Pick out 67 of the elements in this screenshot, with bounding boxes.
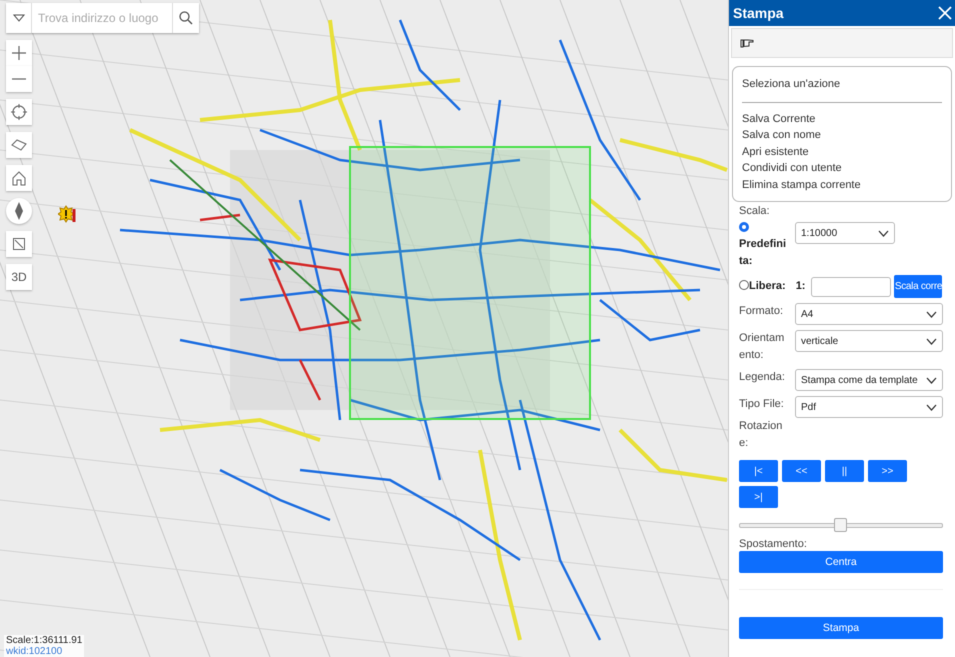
expand-icon [13,238,25,250]
rotation-slider[interactable] [739,518,943,532]
center-button[interactable]: Centra [739,551,943,573]
menu-item[interactable]: Apri esistente [742,144,942,160]
dropdown[interactable]: Pdf [795,396,943,418]
dropdown[interactable]: A4 [795,303,943,325]
scale-prefix: 1: [796,279,806,294]
minus-icon [12,78,26,80]
menu-item[interactable]: Salva con nome [742,127,942,144]
rotation-button[interactable]: >> [868,460,907,482]
panel-title: Stampa [733,5,784,21]
slider-thumb[interactable] [834,518,847,532]
chevron-icon [926,310,937,318]
map-view[interactable]: Trova indirizzo o luogo 3D Scale:1:36111.91 wkid:102100 [0,0,728,657]
chevron-icon [926,404,937,410]
crosshair-icon [11,104,27,120]
field-label: Formato: [739,304,784,319]
home-icon [12,170,26,186]
scale-input[interactable] [811,276,892,296]
rotation-label: Rotazione: [739,419,784,451]
home-button[interactable] [6,165,32,191]
scale-label: Scala: [739,205,771,217]
chevron-icon [878,230,889,236]
print-area-frame[interactable] [349,146,591,420]
3d-view-button[interactable]: 3D [6,264,32,290]
close-button[interactable] [938,6,952,20]
rotation-button[interactable]: |< [739,460,778,482]
actions-button[interactable] [740,38,754,48]
radio-button[interactable] [739,222,749,232]
dropdown[interactable]: Stampa come da template [795,369,943,391]
eraser-button[interactable] [6,132,32,158]
close-icon [938,6,952,20]
search-source-dropdown[interactable] [6,3,32,33]
field-label: Legenda: [739,370,786,385]
search-field[interactable]: Trova indirizzo o luogo [6,3,199,33]
current-scale-button[interactable]: Scala corre [894,275,942,298]
fullscreen-button[interactable] [6,231,32,257]
menu-item[interactable]: Condividi con utente [742,160,942,176]
warning-icon [58,205,76,223]
wkid-text: wkid:102100 [6,646,64,657]
scale-dropdown[interactable]: 1:10000 [795,222,895,244]
locate-button[interactable] [6,99,32,125]
compass-icon [15,202,23,220]
zoom-out-button[interactable] [6,66,32,92]
menu-item[interactable]: Salva Corrente [742,110,942,127]
search-button[interactable] [172,3,199,33]
field-label: Orientamento: [739,331,786,363]
option-label: Libera: [749,279,786,294]
print-button[interactable]: Stampa [739,617,943,639]
chevron-icon [926,376,937,384]
radio-button[interactable] [739,280,749,290]
movement-label: Spostamento: [739,538,808,550]
menu-item[interactable]: Elimina stampa corrente [742,176,942,193]
chevron-icon [926,338,937,344]
search-icon [179,11,193,25]
map-scale-text: Scale:1:36111.91 [6,635,82,646]
caret-icon [12,14,24,22]
rotation-button[interactable]: || [825,460,864,482]
field-label: Tipo File: [739,397,785,412]
rotation-button[interactable]: << [782,460,821,482]
menu-heading: Seleziona un'azione [742,77,842,92]
dropdown[interactable]: verticale [795,330,943,352]
rotation-button[interactable]: >| [739,486,778,508]
plus-icon [12,46,26,60]
pointing-hand-icon [740,38,754,48]
option-label: Predefinita: [739,238,786,267]
zoom-in-button[interactable] [6,40,32,66]
